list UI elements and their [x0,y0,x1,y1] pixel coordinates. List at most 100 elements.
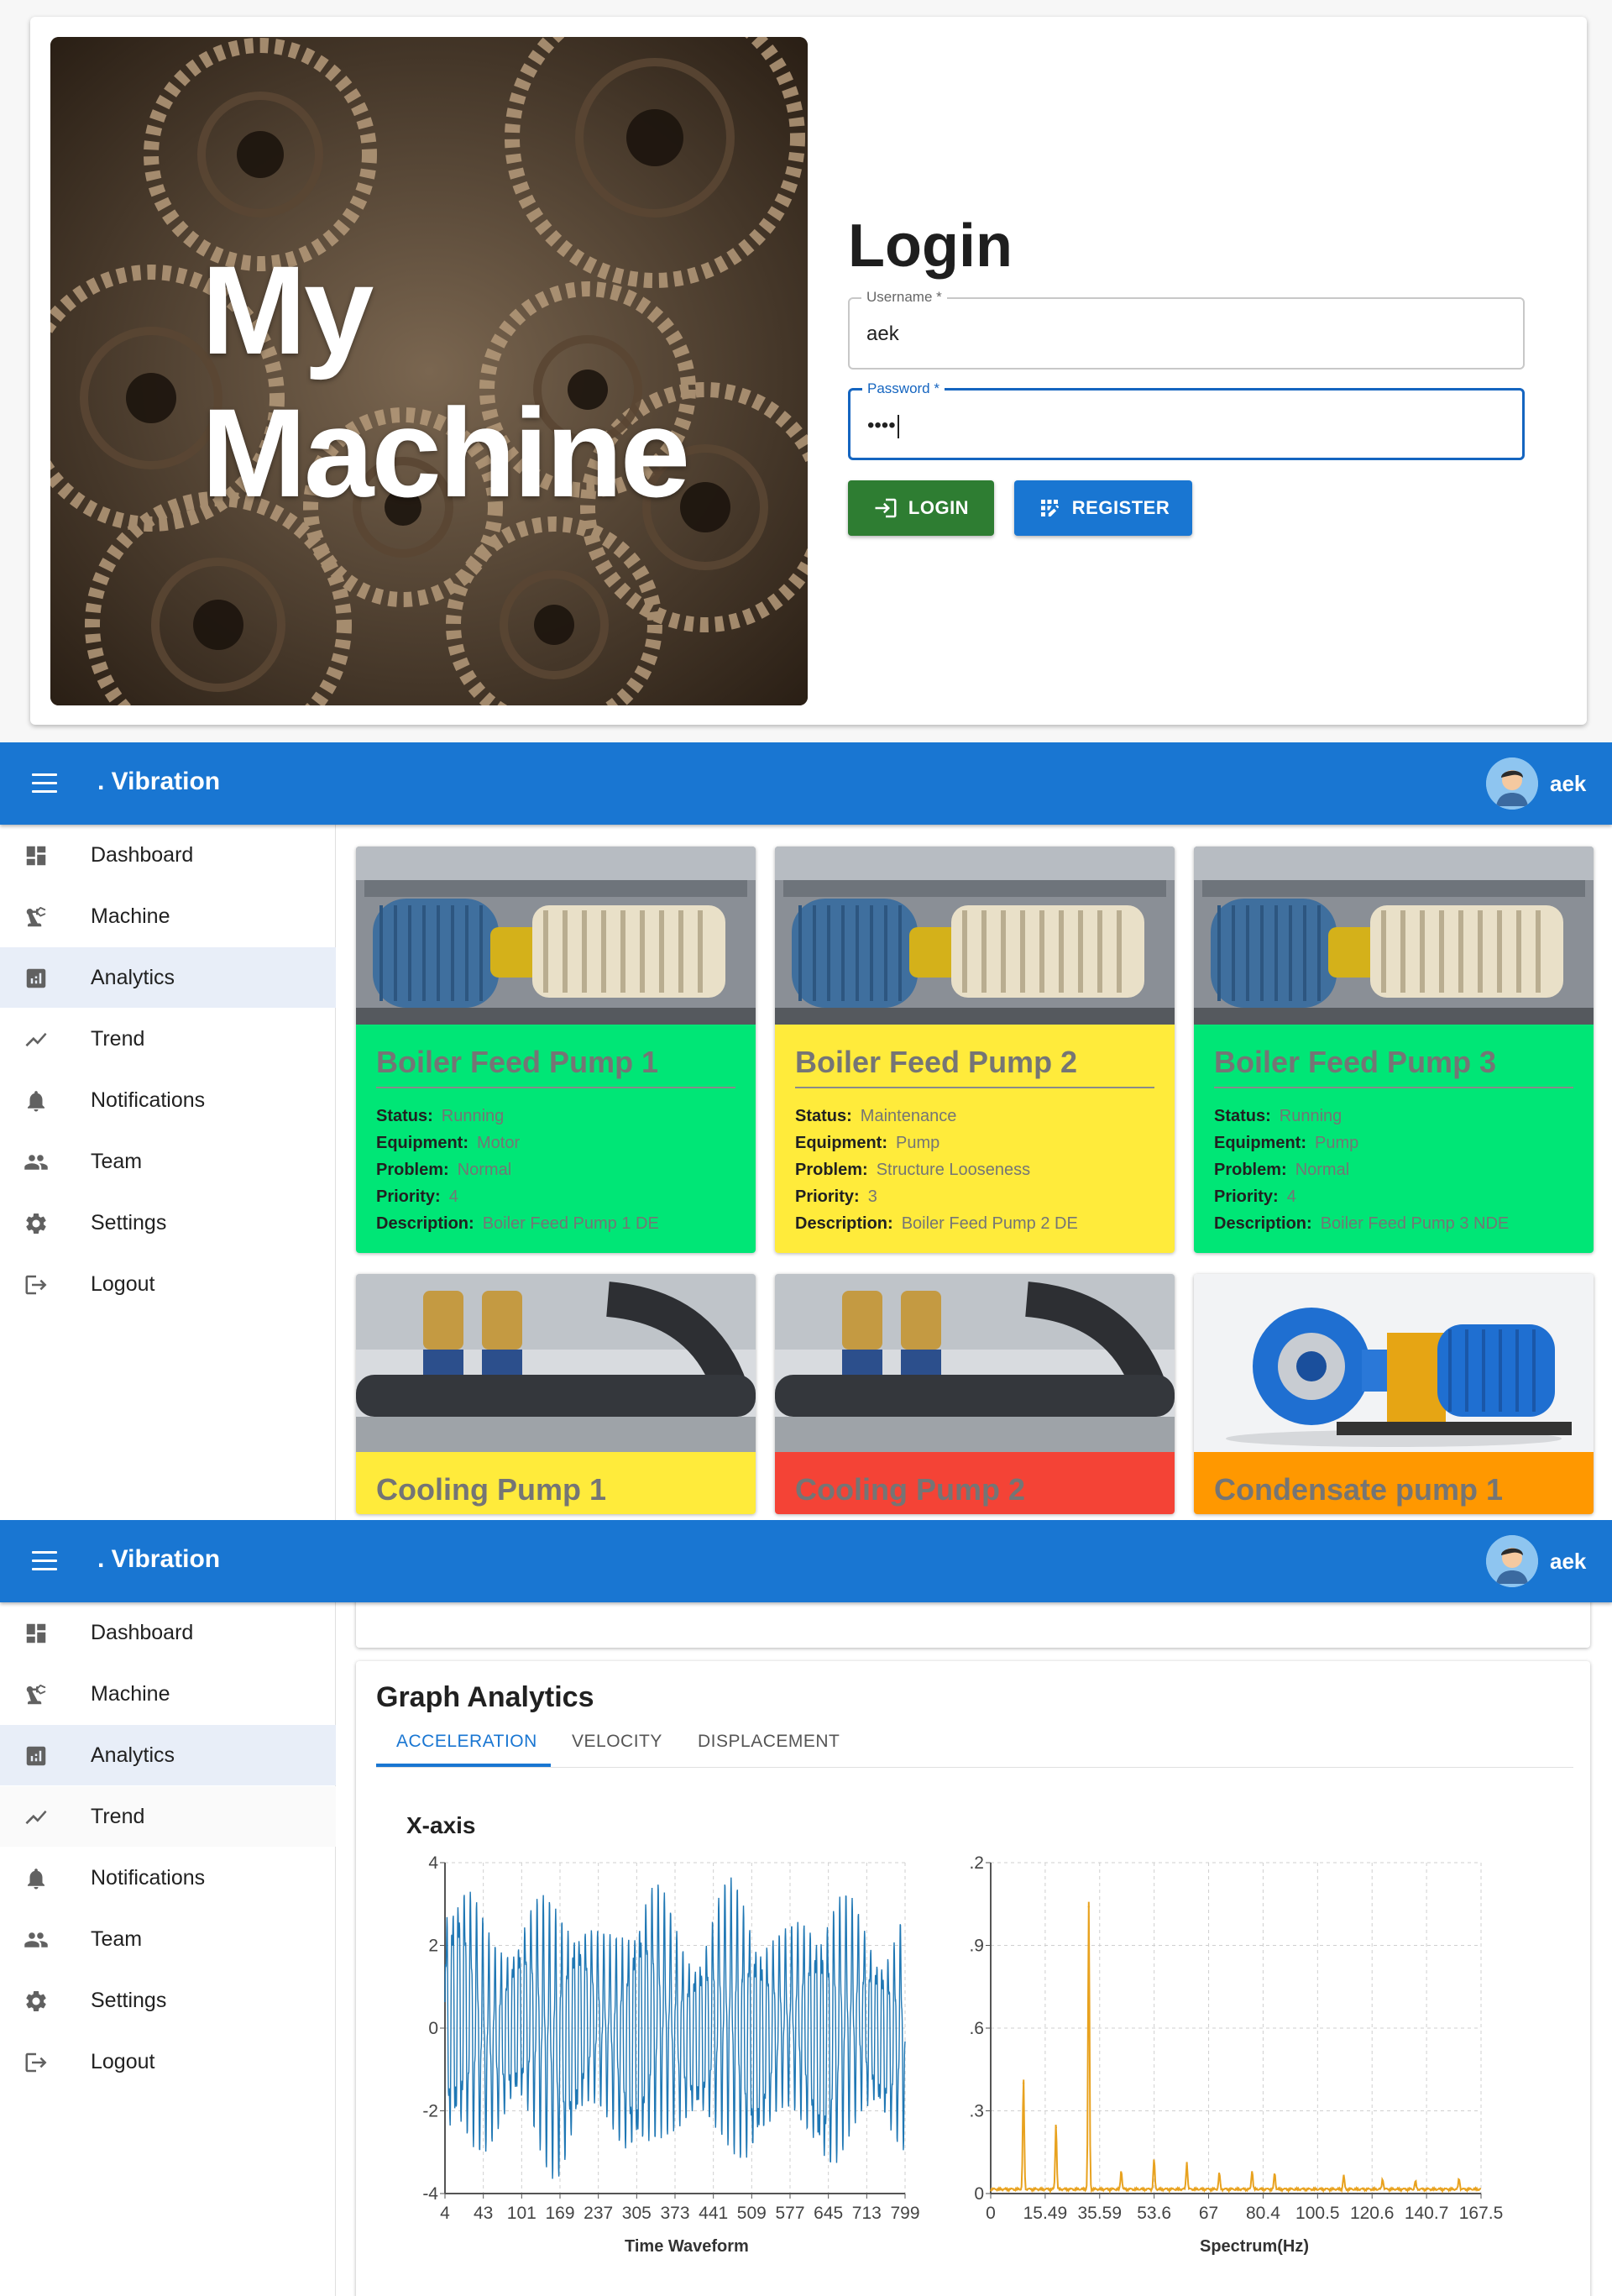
field-value: Structure Looseness [876,1161,1031,1179]
sidebar: Dashboard Machine Analytics Trend Notifi… [0,825,336,1520]
machine-card[interactable]: Boiler Feed Pump 3 Status: Running Equipmen… [1194,847,1594,1253]
sidebar-item-label: Machine [91,904,170,928]
field-value: Running [1279,1107,1342,1125]
field-value: Maintenance [860,1107,957,1125]
x-tick-label: 15.49 [1023,2204,1068,2220]
hero-title-line2: Machine [202,382,690,523]
analytics-screen: . Vibration aek Dashboard Machine Analyt… [0,1520,1612,2296]
machine-priority: Priority: 3 [795,1187,877,1207]
tab-acceleration[interactable]: ACCELERATION [396,1732,537,1752]
x-tick-label: 799 [890,2204,919,2220]
field-label: Equipment: [1214,1134,1306,1152]
hero-gears-image: My Machine [50,37,808,705]
sidebar-item-trend[interactable]: Trend [0,1009,336,1069]
dashboard-icon [26,846,46,866]
sidebar-item-dashboard[interactable]: Dashboard [0,1602,336,1663]
machine-status: Status: Maintenance [795,1107,956,1126]
sidebar-item-analytics[interactable]: Analytics [0,947,336,1008]
machine-card-body: Cooling Pump 2 [775,1452,1175,1514]
spectrum-peak-point [1458,2181,1461,2184]
machine-name-rule [376,1087,735,1088]
field-label: Problem: [1214,1161,1287,1179]
sidebar-item-label: Dashboard [91,1621,194,1644]
sidebar-item-notifications[interactable]: Notifications [0,1848,336,1908]
user-avatar[interactable] [1486,757,1538,810]
sidebar-item-trend[interactable]: Trend [0,1786,336,1847]
machine-problem: Problem: Normal [1214,1161,1349,1180]
sidebar-item-machine[interactable]: Machine [0,1664,336,1724]
field-label: Status: [1214,1107,1271,1125]
field-label: Problem: [795,1161,868,1179]
spectrum-peak-point [1381,2181,1384,2184]
machine-name: Boiler Feed Pump 3 [1214,1045,1497,1079]
sidebar-item-label: Team [91,1927,143,1951]
y-tick-label: 0.6 [969,2019,984,2038]
machine-priority: Priority: 4 [376,1187,458,1207]
machine-card[interactable]: Cooling Pump 2 [775,1274,1175,1514]
tab-displacement[interactable]: DISPLACEMENT [698,1732,840,1752]
machine-equipment: Equipment: Pump [1214,1134,1358,1153]
sidebar-item-logout[interactable]: Logout [0,1254,336,1314]
machine-card[interactable]: Condensate pump 1 [1194,1274,1594,1514]
machine-card-body: Condensate pump 1 [1194,1452,1594,1514]
sidebar-item-label: Notifications [91,1866,206,1890]
field-label: Description: [1214,1214,1312,1233]
sidebar-item-dashboard[interactable]: Dashboard [0,825,336,885]
field-value: Pump [1315,1134,1359,1152]
spectrum-peak-point [1218,2176,1221,2178]
machine-description: Description: Boiler Feed Pump 1 DE [376,1214,659,1234]
y-tick-label: 4 [428,1853,438,1873]
sidebar-item-settings[interactable]: Settings [0,1970,336,2031]
sidebar-item-logout[interactable]: Logout [0,2031,336,2092]
machine-description: Description: Boiler Feed Pump 2 DE [795,1214,1078,1234]
sidebar-item-settings[interactable]: Settings [0,1193,336,1253]
machine-card[interactable]: Boiler Feed Pump 2 Status: Maintenance Equi… [775,847,1175,1253]
sidebar-item-label: Trend [91,1805,145,1828]
bell-icon [28,1091,44,1112]
sidebar-item-notifications[interactable]: Notifications [0,1070,336,1130]
field-value: Normal [457,1161,512,1179]
machine-priority: Priority: 4 [1214,1187,1296,1207]
graph-analytics-title: Graph Analytics [376,1681,594,1713]
tab-velocity[interactable]: VELOCITY [572,1732,662,1752]
login-icon [875,498,897,518]
sidebar-item-label: Analytics [91,966,175,989]
sidebar-item-analytics[interactable]: Analytics [0,1725,336,1785]
login-screen: My Machine Login Username * aek Password… [0,0,1612,742]
waveform-xlabel: Time Waveform [625,2237,749,2256]
user-avatar[interactable] [1486,1535,1538,1587]
machine-problem: Problem: Structure Looseness [795,1161,1030,1180]
sidebar-item-team[interactable]: Team [0,1131,336,1192]
machine-equipment: Equipment: Motor [376,1134,520,1153]
y-tick-label: 0 [974,2184,984,2204]
field-label: Description: [376,1214,474,1233]
logout-icon [25,2052,47,2073]
machine-card[interactable]: Cooling Pump 1 [356,1274,756,1514]
menu-icon[interactable] [32,1551,57,1571]
app-bar: . Vibration aek [0,742,1612,825]
spectrum-chart: 0 0.3 0.6 0.9 1.2 0 15.49 35.59 53.6 67 80.4 100.5 1… [969,1853,1504,2220]
user-name: aek [1550,1549,1587,1574]
menu-icon[interactable] [32,773,57,794]
login-button[interactable]: LOGIN [848,480,994,536]
x-tick-label: 237 [584,2204,613,2220]
machine-status: Status: Running [1214,1107,1342,1126]
dashboard-icon [26,1623,46,1643]
sidebar-item-machine[interactable]: Machine [0,886,336,946]
x-tick-label: 509 [737,2204,767,2220]
register-button[interactable]: REGISTER [1014,480,1192,536]
register-button-label: REGISTER [1071,497,1170,518]
machine-name-rule [1214,1087,1573,1088]
sidebar-item-label: Machine [91,1682,170,1706]
sidebar-item-team[interactable]: Team [0,1909,336,1969]
username-field[interactable]: Username * aek [848,289,1525,370]
x-tick-label: 167.5 [1459,2204,1504,2220]
field-label: Priority: [376,1187,441,1206]
machine-status: Status: Running [376,1107,504,1126]
field-value: Boiler Feed Pump 1 DE [482,1214,659,1233]
password-field[interactable]: Password * •••• [848,380,1525,460]
sidebar-item-label: Logout [91,1272,155,1296]
precision-manufacturing-icon [26,906,46,927]
machine-card[interactable]: Boiler Feed Pump 1 Status: Running Equipmen… [356,847,756,1253]
spectrum-peak-point [1087,1905,1090,1908]
